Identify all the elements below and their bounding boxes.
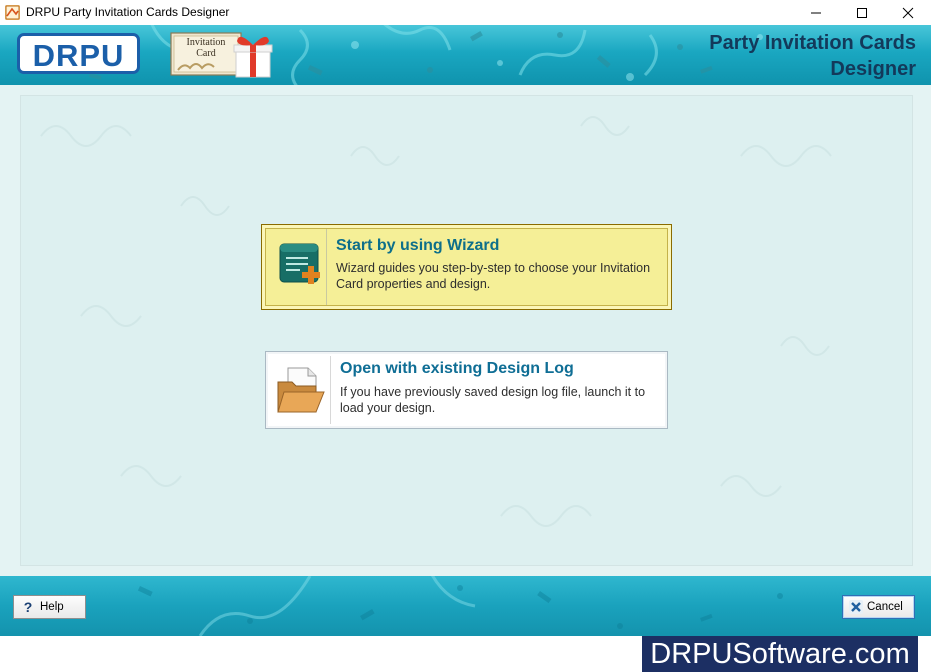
footer-confetti-decoration xyxy=(137,576,783,636)
folder-document-icon xyxy=(277,367,325,413)
open-log-option-description: If you have previously saved design log … xyxy=(340,385,646,415)
wizard-option-description: Wizard guides you step-by-step to choose… xyxy=(336,261,651,291)
maximize-button[interactable] xyxy=(839,0,885,25)
app-icon xyxy=(5,5,20,20)
close-button[interactable] xyxy=(885,0,931,25)
help-icon: ? xyxy=(24,600,33,614)
maximize-icon xyxy=(857,8,867,18)
cancel-button[interactable]: Cancel xyxy=(842,595,915,619)
title-bar: DRPU Party Invitation Cards Designer xyxy=(0,0,931,26)
wizard-icon-box xyxy=(266,229,327,305)
footer-bar: ? Help Cancel xyxy=(0,576,931,636)
open-log-option-title: Open with existing Design Log xyxy=(340,360,574,377)
open-design-log-option[interactable]: Open with existing Design Log If you hav… xyxy=(265,351,668,429)
product-title-line1: Party Invitation Cards xyxy=(709,32,916,54)
help-button[interactable]: ? Help xyxy=(13,595,86,619)
card-logo-line2: Card xyxy=(196,48,215,59)
card-logo-line1: Invitation xyxy=(187,37,226,48)
start-wizard-option[interactable]: Start by using Wizard Wizard guides you … xyxy=(261,224,672,310)
close-icon xyxy=(902,7,914,19)
wizard-add-icon xyxy=(279,243,320,284)
window-title: DRPU Party Invitation Cards Designer xyxy=(26,5,230,19)
cancel-x-icon xyxy=(849,600,863,614)
minimize-icon xyxy=(811,12,821,14)
drpu-logo: DRPU xyxy=(17,33,140,74)
minimize-button[interactable] xyxy=(793,0,839,25)
main-area: Start by using Wizard Wizard guides you … xyxy=(0,85,931,576)
open-log-icon-box xyxy=(270,356,331,424)
options-panel xyxy=(20,95,913,566)
wizard-option-title: Start by using Wizard xyxy=(336,237,500,254)
background-swirl-decoration xyxy=(40,116,832,527)
help-button-label: Help xyxy=(40,601,64,613)
header-banner: DRPU Invitation Card Party Invitation Ca… xyxy=(0,25,931,85)
invitation-card-logo: Invitation Card xyxy=(170,32,273,78)
brand-text: DRPU xyxy=(32,38,125,73)
product-title-line2: Designer xyxy=(830,58,916,80)
cancel-button-label: Cancel xyxy=(867,601,903,613)
website-watermark: DRPUSoftware.com xyxy=(642,636,918,672)
svg-text:?: ? xyxy=(24,600,33,614)
product-title: Party Invitation Cards Designer xyxy=(709,30,916,82)
